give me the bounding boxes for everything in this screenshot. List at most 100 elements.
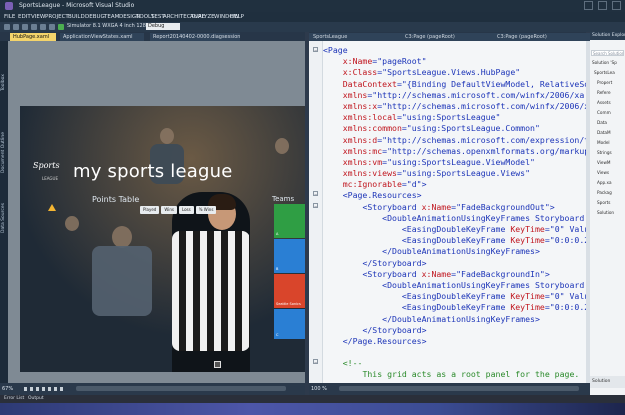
menu-analyze[interactable]: ANALYZE [190,12,215,22]
team-tile-label: Seattle Sonics [276,302,301,306]
code-line: <EasingDoubleKeyFrame KeyTime="0:0:0.2 [323,302,586,313]
code-line: <Page.Resources> [323,190,586,201]
solution-tree-item[interactable]: SportsLea [594,70,615,75]
team-tile-label: B [276,267,279,271]
solution-tree-item[interactable]: Solution 'Sp [592,60,617,65]
xaml-designer-surface: Sports LEAGUE my sports league Points Ta… [8,41,314,383]
editor-horizontal-scrollbar[interactable] [339,386,579,391]
code-token: ="using:SportsLeague" [396,112,501,123]
tab-hubpage-xaml[interactable]: HubPage.xaml [10,33,56,41]
loss-column[interactable]: Loss [178,206,194,214]
collapse-icon[interactable]: − [313,203,318,209]
wins-column[interactable]: Wins [161,206,177,214]
menu-project[interactable]: PROJECT [45,12,69,22]
code-token: <Page [323,45,348,55]
menu-team[interactable]: TEAM [104,12,119,22]
new-project-icon[interactable] [22,24,28,30]
back-icon[interactable] [4,24,10,30]
code-token: KeyTime [510,302,545,313]
editor-navigation-bar: SportsLeague C3:Page (pageRoot) C3:Page … [309,32,591,41]
win-percent-column[interactable]: % Wins [195,206,217,214]
solution-tree-item[interactable]: Packag [597,190,612,195]
designer-handle[interactable] [214,361,221,368]
code-token: <EasingDoubleKeyFrame [401,302,511,313]
forward-icon[interactable] [13,24,19,30]
designer-view-icons[interactable] [24,387,64,391]
solution-tree-item[interactable]: Solution [597,210,614,215]
menu-edit[interactable]: EDIT [18,12,31,22]
code-token: </DoubleAnimationUsingKeyFrames> [382,246,540,257]
code-line: <EasingDoubleKeyFrame KeyTime="0" Valu [323,224,586,235]
undo-icon[interactable] [49,24,55,30]
project-dropdown[interactable]: SportsLeague [309,33,405,41]
maximize-icon[interactable] [598,1,607,10]
data-sources-tab[interactable]: Data Sources [1,183,7,233]
toolbar: Simulator 8.1 WXGA 4 inch 1280x768 Debug [0,22,625,32]
crowd-person [112,226,132,248]
team-tile-label: A [276,232,279,236]
menu-help[interactable]: HELP [230,12,244,22]
code-line: <!-- [323,358,586,369]
solution-footer-tab[interactable]: Solution [590,376,625,388]
code-token: ="http://schemas.microsoft.com/winfx/200… [377,100,586,111]
close-icon[interactable] [612,1,621,10]
collapse-icon[interactable]: − [313,47,318,53]
tab-diagsession-report[interactable]: Report20140402-0000.diagsession [150,33,240,41]
solution-search-input[interactable]: Search Solution Ex [591,50,624,56]
solution-tree-item[interactable]: Assets [597,100,611,105]
menu-debug[interactable]: DEBUG [85,12,105,22]
designer-horizontal-scrollbar[interactable] [76,386,286,391]
solution-tree-item[interactable]: Refere [597,90,611,95]
error-list-tab[interactable]: Error List [4,395,24,403]
toolbox-tab[interactable]: Toolbox [1,51,7,91]
tab-application-view-states[interactable]: ApplicationViewStates.xaml [60,33,144,41]
crowd-person-body [92,246,152,316]
code-token: <!-- [342,358,363,369]
played-column[interactable]: Played [140,206,160,214]
code-token: ="using:SportsLeague.ViewModel" [382,156,535,167]
save-icon[interactable] [40,24,46,30]
solution-tree-item[interactable]: Views [597,170,609,175]
minimize-icon[interactable] [584,1,593,10]
solution-tree-item[interactable]: Data [597,120,607,125]
collapse-icon[interactable]: − [313,359,318,365]
solution-tree-item[interactable]: Strings [597,150,612,155]
designer-zoom-level[interactable]: 67% [2,383,13,395]
member-dropdown[interactable]: C3:Page (pageRoot) [493,33,591,41]
code-line: mc:Ignorable="d"> [323,179,586,190]
xaml-code-editor[interactable]: − − − − <Page x:Name="pageRoot" x:Class=… [309,41,586,383]
configuration-dropdown[interactable]: Debug [146,23,180,30]
solution-tree-item[interactable]: Comm [597,110,611,115]
app-preview[interactable] [20,106,305,372]
solution-tree-item[interactable]: ViewM [597,160,611,165]
collapse-icon[interactable]: − [313,191,318,197]
type-dropdown[interactable]: C3:Page (pageRoot) [401,33,497,41]
solution-tree-item[interactable]: Model [597,140,610,145]
code-token: ="pageRoot" [372,56,427,67]
run-icon[interactable] [58,24,64,30]
solution-tree-item[interactable]: DataM [597,130,611,135]
solution-tree-item[interactable]: Propert [597,80,612,85]
solution-tree-item[interactable]: Sports [597,200,610,205]
menu-file[interactable]: FILE [4,12,15,22]
document-outline-tab[interactable]: Document Outline [1,103,7,173]
code-token: ="{Binding DefaultViewModel, RelativeSo [396,78,586,89]
code-line: <EasingDoubleKeyFrame KeyTime="0:0:0.2 [323,235,586,246]
menu-view[interactable]: VIEW [31,12,45,22]
open-icon[interactable] [31,24,37,30]
solution-tree-item[interactable]: App.xa [597,180,612,185]
warning-icon [48,204,56,211]
editor-zoom-level[interactable]: 100 % [311,383,327,395]
menu-bar: FILE EDIT VIEW PROJECT BUILD DEBUG TEAM DESIGN T… [0,12,625,22]
menu-build[interactable]: BUILD [68,12,85,22]
output-tab[interactable]: Output [28,395,44,403]
